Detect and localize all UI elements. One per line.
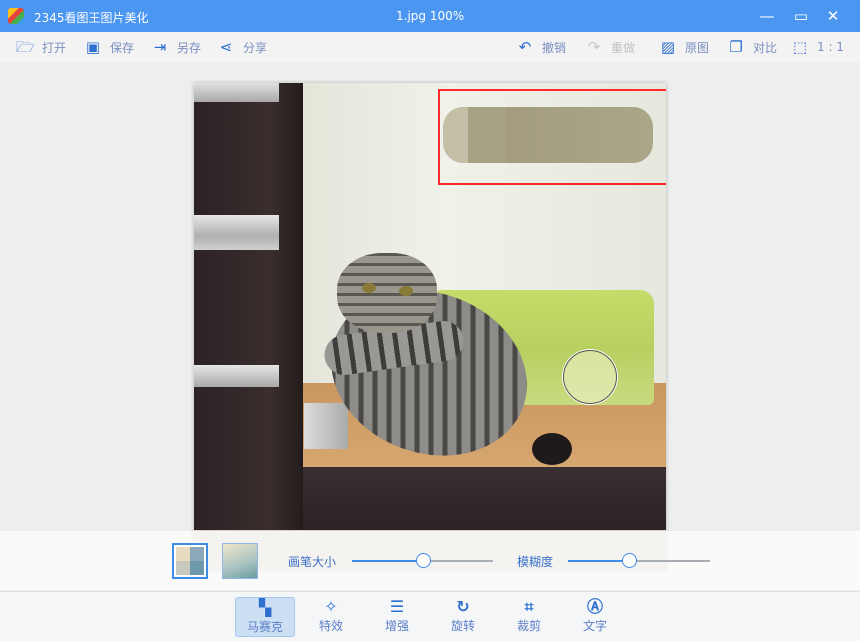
blur-slider[interactable] xyxy=(568,553,710,568)
app-title: 2345看图王图片美化 xyxy=(34,11,149,25)
save-button[interactable]: ▣ 保存 xyxy=(84,38,134,56)
tool-label: 特效 xyxy=(318,619,343,633)
selection-rectangle[interactable] xyxy=(438,89,666,185)
text-icon: Ⓐ xyxy=(586,597,603,616)
save-as-label: 另存 xyxy=(177,40,202,55)
mosaic-icon: ▚ xyxy=(258,598,272,617)
blur-label: 模糊度 xyxy=(517,555,554,569)
compare-label: 对比 xyxy=(753,40,778,55)
close-icon: ✕ xyxy=(826,7,840,25)
photo-cat-head xyxy=(337,253,437,333)
redo-button[interactable]: ↷ 重做 xyxy=(585,38,635,56)
photo-handle xyxy=(194,83,279,102)
tool-rotate[interactable]: ↻ 旋转 xyxy=(433,597,493,637)
app-logo-icon xyxy=(8,8,24,24)
compare-icon: ❐ xyxy=(729,38,743,56)
tool-label: 增强 xyxy=(384,619,409,633)
compare-button[interactable]: ❐ 对比 xyxy=(727,38,777,56)
actual-size-button[interactable]: ⬚ 1 : 1 xyxy=(791,38,844,56)
tool-label: 马赛克 xyxy=(246,620,283,634)
photo-handle xyxy=(194,365,279,387)
photo-cat-tail xyxy=(532,433,572,465)
undo-icon: ↶ xyxy=(518,38,532,56)
original-label: 原图 xyxy=(685,40,710,55)
open-label: 打开 xyxy=(42,40,67,55)
magic-wand-icon: ✧ xyxy=(324,597,338,616)
actual-size-label: 1 : 1 xyxy=(817,40,844,54)
redo-icon: ↷ xyxy=(587,38,601,56)
pixel-mosaic-icon xyxy=(176,547,204,575)
minimize-icon: — xyxy=(759,7,775,25)
save-as-icon: ⇥ xyxy=(153,38,167,56)
fit-icon: ⬚ xyxy=(792,38,808,56)
save-label: 保存 xyxy=(110,40,135,55)
image-icon: ▨ xyxy=(660,38,676,56)
photo-ledge xyxy=(294,467,666,530)
open-button[interactable]: 🗁 打开 xyxy=(16,38,66,56)
file-title: 1.jpg 100% xyxy=(396,9,465,23)
mosaic-style-blur[interactable] xyxy=(222,543,258,579)
blur-handle[interactable] xyxy=(622,553,638,568)
close-button[interactable]: ✕ xyxy=(823,6,843,26)
brush-cursor xyxy=(563,350,617,404)
save-icon: ▣ xyxy=(85,38,101,56)
tool-crop[interactable]: ⌗ 裁剪 xyxy=(499,597,559,637)
redo-label: 重做 xyxy=(611,40,636,55)
original-button[interactable]: ▨ 原图 xyxy=(659,38,709,56)
title-bar: 2345看图王图片美化 1.jpg 100% — ▭ ✕ xyxy=(0,0,860,32)
tool-label: 文字 xyxy=(582,619,607,633)
photo-bracket xyxy=(304,403,348,449)
tool-mosaic[interactable]: ▚ 马赛克 xyxy=(235,597,295,637)
tool-text[interactable]: Ⓐ 文字 xyxy=(565,597,625,637)
tool-enhance[interactable]: ☰ 增强 xyxy=(367,597,427,637)
mosaic-style-pixel[interactable] xyxy=(172,543,208,579)
photo-handle xyxy=(194,215,279,250)
tool-effects[interactable]: ✧ 特效 xyxy=(301,597,361,637)
sliders-icon: ☰ xyxy=(389,597,405,616)
bottom-toolbar: ▚ 马赛克 ✧ 特效 ☰ 增强 ↻ 旋转 ⌗ 裁剪 Ⓐ 文字 xyxy=(0,591,860,641)
undo-label: 撤销 xyxy=(542,40,567,55)
share-button[interactable]: ⋖ 分享 xyxy=(217,38,267,56)
share-label: 分享 xyxy=(243,40,268,55)
folder-icon: 🗁 xyxy=(16,38,35,56)
maximize-icon: ▭ xyxy=(793,7,809,25)
photo-cat-eye xyxy=(362,283,376,293)
share-icon: ⋖ xyxy=(219,38,233,56)
toolbar: 🗁 打开 ▣ 保存 ⇥ 另存 ⋖ 分享 ↶ 撤销 ↷ 重做 ▨ 原图 ❐ 对比 ⬚ 1 : 1 xyxy=(0,32,860,62)
rotate-icon: ↻ xyxy=(456,597,470,616)
minimize-button[interactable]: — xyxy=(757,6,777,26)
brush-size-handle[interactable] xyxy=(415,553,431,568)
save-as-button[interactable]: ⇥ 另存 xyxy=(151,38,201,56)
undo-button[interactable]: ↶ 撤销 xyxy=(516,38,566,56)
tool-label: 旋转 xyxy=(450,619,475,633)
crop-icon: ⌗ xyxy=(524,597,534,616)
maximize-button[interactable]: ▭ xyxy=(791,6,811,26)
photo-cabinet xyxy=(194,83,303,530)
photo-cat-eye xyxy=(399,286,413,296)
brush-size-label: 画笔大小 xyxy=(288,555,337,569)
brush-size-slider[interactable] xyxy=(352,553,493,568)
image-canvas[interactable] xyxy=(194,83,666,570)
tool-label: 裁剪 xyxy=(516,619,541,633)
